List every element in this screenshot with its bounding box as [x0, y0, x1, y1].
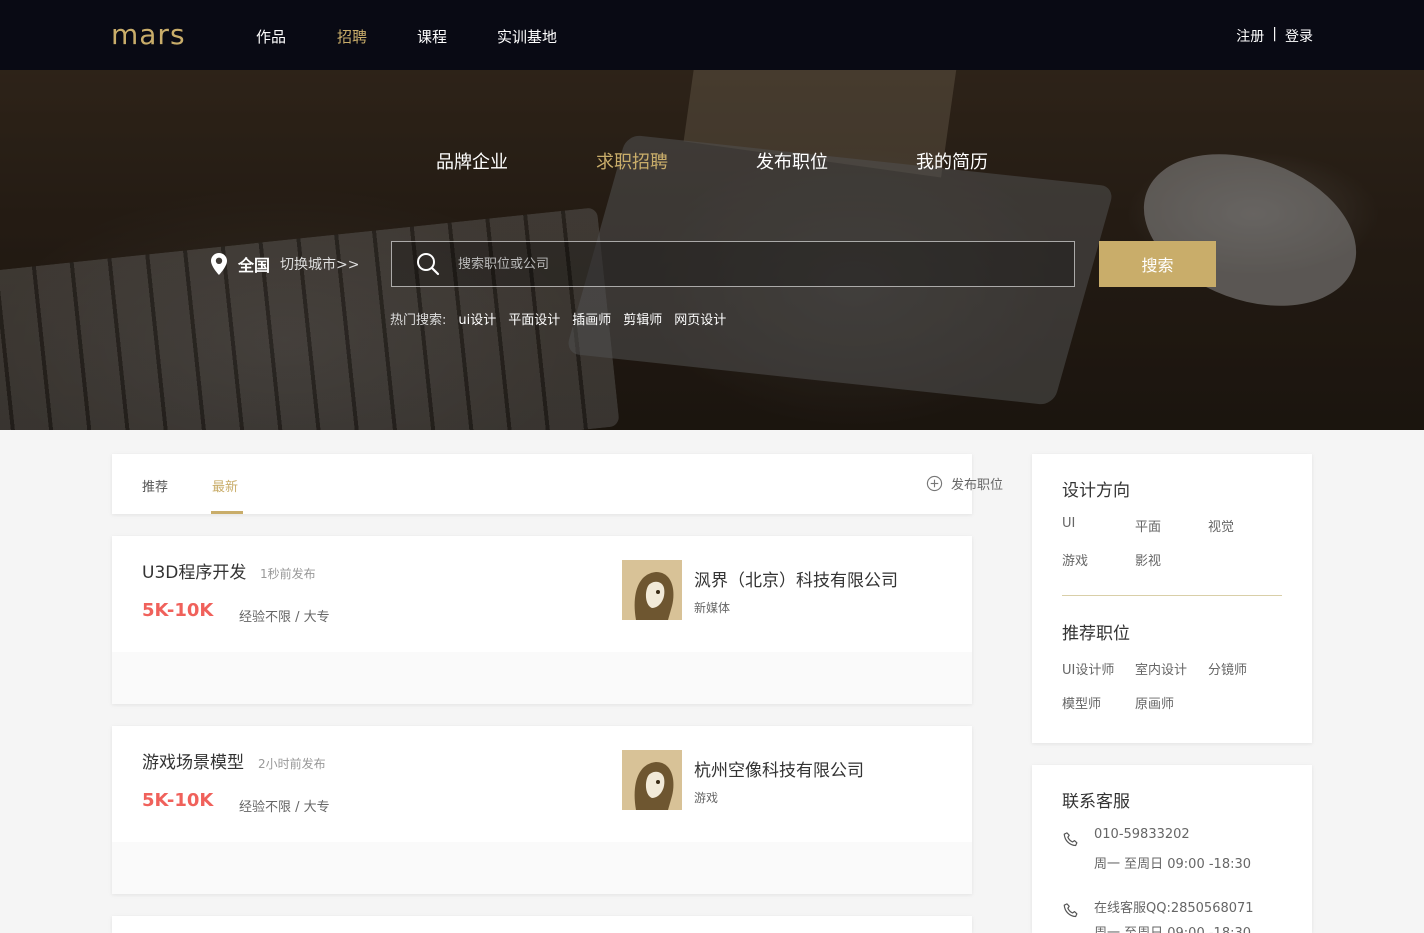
nav-item-training-base[interactable]: 实训基地 [497, 26, 557, 47]
job-requirements: 经验不限 / 大专 [239, 800, 330, 815]
phone-icon [1063, 903, 1078, 918]
auth-links: 注册 | 登录 [1236, 26, 1313, 46]
design-link-game[interactable]: 游戏 [1062, 550, 1088, 569]
tab-recommend[interactable]: 推荐 [142, 476, 168, 495]
company-name[interactable]: 沨界（北京）科技有限公司 [694, 566, 898, 591]
job-salary: 5K-10K [142, 790, 214, 811]
hot-keyword[interactable]: ui设计 [458, 309, 496, 328]
phone-icon [1063, 832, 1078, 847]
position-link-modeler[interactable]: 模型师 [1062, 693, 1101, 712]
design-direction-title: 设计方向 [1062, 481, 1130, 501]
company-name[interactable]: 杭州空像科技有限公司 [694, 756, 864, 781]
active-tab-indicator [211, 511, 243, 514]
job-requirements: 经验不限 / 大专 [239, 610, 330, 625]
position-link-concept-artist[interactable]: 原画师 [1135, 693, 1174, 712]
hot-search-label: 热门搜索: [390, 313, 447, 328]
job-card[interactable]: 游戏场景模型 2小时前发布 5K-10K 经验不限 / 大专 杭州空像科技有限公… [112, 726, 972, 894]
search-icon [417, 253, 440, 276]
job-card[interactable]: U3D程序开发 1秒前发布 5K-10K 经验不限 / 大专 沨界（北京）科技有… [112, 536, 972, 704]
location-pin-icon [211, 253, 227, 275]
brand-logo[interactable]: mars [111, 18, 186, 51]
publish-job-label: 发布职位 [951, 478, 1004, 493]
sidebar-contact: 联系客服 010-59833202 周一 至周日 09:00 -18:30 在线… [1032, 765, 1312, 933]
switch-city-link[interactable]: 切换城市>> [280, 254, 359, 274]
current-city: 全国 [238, 256, 271, 275]
company-industry: 新媒体 [694, 601, 731, 615]
auth-separator: | [1272, 26, 1277, 42]
job-list-tabs: 推荐 最新 发布职位 [112, 454, 1003, 514]
job-card-footer [112, 842, 972, 894]
job-title[interactable]: U3D程序开发 [142, 558, 246, 583]
job-salary: 5K-10K [142, 600, 214, 621]
company-logo[interactable] [622, 750, 682, 810]
contact-phone[interactable]: 010-59833202 [1094, 827, 1190, 842]
nav-item-recruit[interactable]: 招聘 [337, 26, 367, 47]
job-title[interactable]: 游戏场景模型 [142, 748, 244, 773]
nav-item-courses[interactable]: 课程 [417, 26, 447, 47]
position-link-storyboard[interactable]: 分镜师 [1208, 659, 1247, 678]
company-logo[interactable] [622, 560, 682, 620]
search-input[interactable] [458, 242, 1058, 286]
position-link-interior-design[interactable]: 室内设计 [1135, 659, 1187, 678]
hot-keyword[interactable]: 剪辑师 [623, 309, 662, 328]
recommended-positions-title: 推荐职位 [1062, 624, 1130, 644]
sidebar-divider [1062, 595, 1282, 596]
design-link-ui[interactable]: UI [1062, 516, 1075, 531]
plus-circle-icon [926, 475, 943, 492]
job-post-time: 2小时前发布 [258, 757, 326, 771]
nav-item-works[interactable]: 作品 [256, 26, 286, 47]
design-link-film[interactable]: 影视 [1135, 550, 1161, 569]
design-link-graphic[interactable]: 平面 [1135, 516, 1161, 535]
contact-hours: 周一 至周日 09:00 -18:30 [1094, 857, 1252, 872]
location-selector: 全国 切换城市>> [210, 252, 359, 276]
sidebar-categories: 设计方向 UI 平面 视觉 游戏 影视 推荐职位 UI设计师 室内设计 分镜师 … [1032, 454, 1312, 743]
tab-latest[interactable]: 最新 [212, 476, 238, 495]
search-button[interactable]: 搜索 [1099, 241, 1216, 287]
contact-qq[interactable]: 在线客服QQ:2850568071 [1094, 897, 1254, 916]
job-card[interactable] [112, 916, 972, 933]
publish-job-button[interactable]: 发布职位 [926, 474, 1003, 493]
register-link[interactable]: 注册 [1236, 26, 1264, 46]
hero-tab-brand-companies[interactable]: 品牌企业 [436, 148, 508, 174]
contact-title: 联系客服 [1062, 792, 1130, 812]
hot-keyword[interactable]: 插画师 [572, 309, 611, 328]
hot-searches: 热门搜索: ui设计 平面设计 插画师 剪辑师 网页设计 [390, 309, 726, 328]
hero-tab-job-search[interactable]: 求职招聘 [596, 148, 668, 174]
contact-hours: 周一 至周日 09:00 -18:30 [1094, 922, 1251, 933]
job-card-footer [112, 652, 972, 704]
hot-keyword[interactable]: 平面设计 [508, 309, 560, 328]
company-industry: 游戏 [694, 791, 719, 805]
job-post-time: 1秒前发布 [260, 567, 316, 581]
hero-banner: 品牌企业 求职招聘 发布职位 我的简历 全国 切换城市>> 搜索 热门搜索: u… [0, 70, 1424, 430]
hero-tab-my-resume[interactable]: 我的简历 [916, 148, 988, 174]
login-link[interactable]: 登录 [1285, 26, 1313, 46]
hero-tab-post-job[interactable]: 发布职位 [756, 148, 828, 174]
top-navbar: mars 作品 招聘 课程 实训基地 注册 | 登录 [0, 0, 1424, 70]
hot-keyword[interactable]: 网页设计 [674, 309, 726, 328]
search-box [391, 241, 1075, 287]
design-link-visual[interactable]: 视觉 [1208, 516, 1234, 535]
position-link-ui-designer[interactable]: UI设计师 [1062, 659, 1114, 678]
